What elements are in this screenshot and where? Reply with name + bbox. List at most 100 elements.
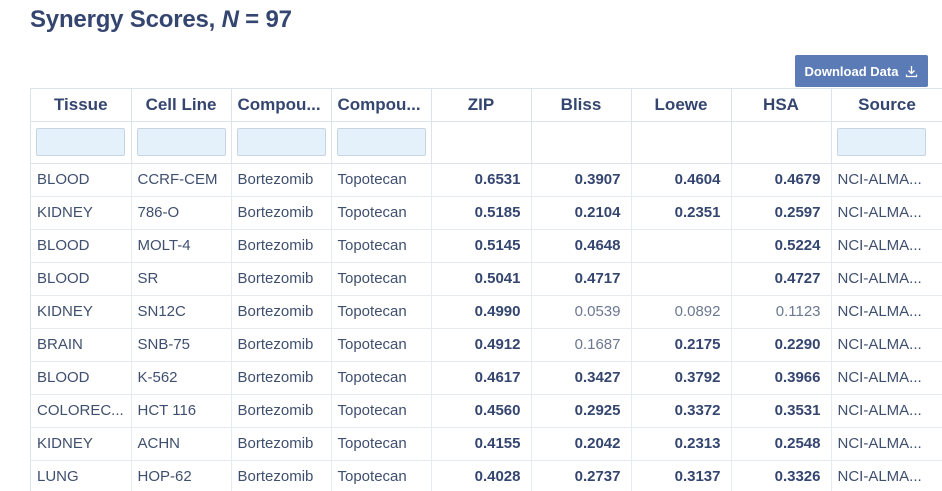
bliss-score-cell: 0.2104 [531,196,632,230]
source-cell: NCI-ALMA... [831,460,942,491]
compound-1-filter-input[interactable] [236,128,326,156]
filter-cell-hsa [731,121,832,164]
title-n: N [221,6,239,33]
loewe-score-cell [631,262,732,296]
hsa-score-cell: 0.1123 [731,295,832,329]
source-cell: NCI-ALMA... [831,229,942,263]
tissue-cell: COLOREC... [31,394,132,428]
loewe-score-cell: 0.3792 [631,361,732,395]
compound-2-cell: Topotecan [331,262,432,296]
compound-2-cell: Topotecan [331,163,432,197]
compound-2-cell: Topotecan [331,361,432,395]
column-header-zip[interactable]: ZIP [431,89,532,122]
table-row[interactable]: BLOOD SR Bortezomib Topotecan 0.5041 0.4717 0.… [31,262,942,296]
tissue-cell: KIDNEY [31,295,132,329]
synergy-scores-page: Synergy Scores, N = 97 Download Data Tis… [0,0,942,491]
hsa-score-cell: 0.5224 [731,229,832,263]
compound-2-cell: Topotecan [331,328,432,362]
table-row[interactable]: COLOREC... HCT 116 Bortezomib Topotecan 0.45… [31,394,942,428]
source-cell: NCI-ALMA... [831,196,942,230]
filter-cell-loewe [631,121,732,164]
cell-line-cell: CCRF-CEM [131,163,232,197]
cell-line-cell: MOLT-4 [131,229,232,263]
zip-score-cell: 0.4560 [431,394,532,428]
zip-score-cell: 0.6531 [431,163,532,197]
column-header-compound-2[interactable]: Compou... [331,89,432,122]
tissue-filter-input[interactable] [36,128,125,156]
hsa-score-cell: 0.4679 [731,163,832,197]
cell-line-cell: ACHN [131,427,232,461]
download-icon [905,65,918,78]
cell-line-cell: K-562 [131,361,232,395]
table-row[interactable]: BRAIN SNB-75 Bortezomib Topotecan 0.4912 0.16… [31,328,942,362]
filter-cell-cell-line [131,121,232,164]
table-row[interactable]: KIDNEY 786-O Bortezomib Topotecan 0.5185 0.21… [31,196,942,230]
bliss-score-cell: 0.4648 [531,229,632,263]
column-header-tissue[interactable]: Tissue [31,89,132,122]
hsa-score-cell: 0.2548 [731,427,832,461]
cell-line-cell: HOP-62 [131,460,232,491]
table-row[interactable]: KIDNEY SN12C Bortezomib Topotecan 0.4990 0.05… [31,295,942,329]
bliss-score-cell: 0.2737 [531,460,632,491]
cell-line-cell: SN12C [131,295,232,329]
hsa-score-cell: 0.3531 [731,394,832,428]
source-cell: NCI-ALMA... [831,163,942,197]
zip-score-cell: 0.4617 [431,361,532,395]
loewe-score-cell: 0.0892 [631,295,732,329]
bliss-score-cell: 0.3427 [531,361,632,395]
compound-1-cell: Bortezomib [231,394,332,428]
column-header-compound-1[interactable]: Compou... [231,89,332,122]
zip-score-cell: 0.5185 [431,196,532,230]
source-cell: NCI-ALMA... [831,361,942,395]
filter-cell-tissue [31,121,132,164]
table-row[interactable]: LUNG HOP-62 Bortezomib Topotecan 0.4028 0.273… [31,460,942,491]
source-cell: NCI-ALMA... [831,394,942,428]
source-cell: NCI-ALMA... [831,427,942,461]
synergy-table: Tissue Cell Line Compou... Compou... ZIP… [31,89,942,491]
source-filter-input[interactable] [836,128,926,156]
column-header-hsa[interactable]: HSA [731,89,832,122]
loewe-score-cell: 0.2175 [631,328,732,362]
compound-1-cell: Bortezomib [231,163,332,197]
filter-cell-compound-2 [331,121,432,164]
tissue-cell: KIDNEY [31,196,132,230]
compound-2-cell: Topotecan [331,394,432,428]
tissue-cell: KIDNEY [31,427,132,461]
table-header-row: Tissue Cell Line Compou... Compou... ZIP… [31,89,942,122]
loewe-score-cell: 0.4604 [631,163,732,197]
hsa-score-cell: 0.2597 [731,196,832,230]
compound-2-cell: Topotecan [331,196,432,230]
compound-1-cell: Bortezomib [231,427,332,461]
compound-1-cell: Bortezomib [231,460,332,491]
table-row[interactable]: BLOOD CCRF-CEM Bortezomib Topotecan 0.6531 0.… [31,163,942,197]
compound-2-cell: Topotecan [331,295,432,329]
compound-2-filter-input[interactable] [336,128,426,156]
column-header-source[interactable]: Source [831,89,942,122]
hsa-score-cell: 0.4727 [731,262,832,296]
cell-line-filter-input[interactable] [136,128,226,156]
download-data-button[interactable]: Download Data [795,55,928,87]
title-prefix: Synergy Scores, [30,6,222,33]
loewe-score-cell: 0.2351 [631,196,732,230]
source-cell: NCI-ALMA... [831,262,942,296]
table-row[interactable]: BLOOD MOLT-4 Bortezomib Topotecan 0.5145 0.46… [31,229,942,263]
filter-cell-source [831,121,942,164]
zip-score-cell: 0.5145 [431,229,532,263]
table-row[interactable]: BLOOD K-562 Bortezomib Topotecan 0.4617 0.342… [31,361,942,395]
column-header-cell-line[interactable]: Cell Line [131,89,232,122]
hsa-score-cell: 0.3326 [731,460,832,491]
tissue-cell: LUNG [31,460,132,491]
compound-1-cell: Bortezomib [231,361,332,395]
tissue-cell: BLOOD [31,163,132,197]
column-header-loewe[interactable]: Loewe [631,89,732,122]
filter-row [31,121,942,164]
cell-line-cell: HCT 116 [131,394,232,428]
filter-cell-zip [431,121,532,164]
synergy-table-container[interactable]: Tissue Cell Line Compou... Compou... ZIP… [30,88,942,491]
title-suffix: = 97 [238,6,292,33]
column-header-bliss[interactable]: Bliss [531,89,632,122]
cell-line-cell: 786-O [131,196,232,230]
bliss-score-cell: 0.2042 [531,427,632,461]
compound-1-cell: Bortezomib [231,295,332,329]
table-row[interactable]: KIDNEY ACHN Bortezomib Topotecan 0.4155 0.204… [31,427,942,461]
